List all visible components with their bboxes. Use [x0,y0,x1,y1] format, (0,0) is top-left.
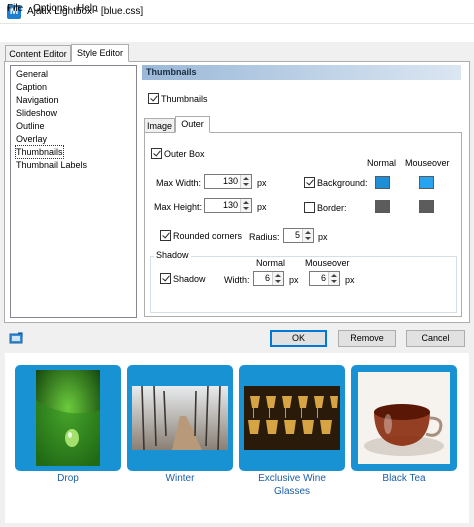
rounded-corners-checkbox[interactable] [160,230,171,241]
background-label: Background: [317,178,368,188]
menu-file[interactable]: File [7,2,23,16]
max-height-spinner[interactable]: 130 [204,198,252,213]
gallery-caption-drop: Drop [57,473,79,484]
list-item-thumbnail-labels[interactable]: Thumbnail Labels [16,159,87,171]
spinner-arrows-icon[interactable] [302,229,313,242]
wine-glasses-image [244,386,340,450]
gallery-thumb-drop[interactable] [15,365,121,471]
outer-box-checkbox[interactable] [151,148,162,159]
max-width-value: 130 [222,176,238,186]
radius-spinner[interactable]: 5 [283,228,314,243]
background-normal-swatch[interactable] [375,176,390,189]
radius-unit: px [318,232,328,242]
border-label: Border: [317,203,347,213]
max-width-unit: px [257,178,267,188]
shadow-mouseover-unit: px [345,275,355,285]
rounded-corners-label: Rounded corners [173,231,243,241]
menu-bar [0,24,474,42]
border-checkbox[interactable] [304,202,315,213]
spinner-arrows-icon[interactable] [328,272,339,285]
background-checkbox[interactable] [304,177,315,188]
water-drop-leaf-image [36,370,100,466]
menu-help[interactable]: Help [77,2,98,16]
shadow-group-label: Shadow [154,250,191,260]
radius-value: 5 [294,230,300,240]
winter-forest-road-image [132,386,228,450]
normal-column-header: Normal [367,158,397,168]
border-normal-swatch[interactable] [375,200,390,213]
preview-refresh-icon[interactable] [9,332,24,345]
list-item-caption[interactable]: Caption [16,81,47,93]
shadow-mouseover-header: Mouseover [305,258,350,268]
shadow-checkbox[interactable] [160,273,171,284]
max-width-spinner[interactable]: 130 [204,174,252,189]
spinner-arrows-icon[interactable] [272,272,283,285]
gallery-caption-winter: Winter [165,473,195,484]
gallery-caption-wine-glasses: Exclusive Wine Glasses [258,473,326,497]
border-mouseover-swatch[interactable] [419,200,434,213]
black-tea-cup-image [358,372,450,464]
list-item-slideshow[interactable]: Slideshow [16,107,57,119]
list-item-thumbnails[interactable]: Thumbnails [15,145,64,159]
gallery-caption-black-tea: Black Tea [382,473,426,484]
gallery-thumb-wine-glasses[interactable] [239,365,345,471]
list-item-navigation[interactable]: Navigation [16,94,59,106]
tab-style-editor[interactable]: Style Editor [71,44,129,62]
shadow-mouseover-value: 6 [320,273,326,283]
ok-button[interactable]: OK [270,330,327,347]
shadow-normal-value: 6 [264,273,270,283]
remove-button[interactable]: Remove [338,330,396,347]
gallery-thumb-black-tea[interactable] [351,365,457,471]
mouseover-column-header: Mouseover [405,158,450,168]
section-header: Thumbnails [142,65,461,80]
list-item-outline[interactable]: Outline [16,120,45,132]
thumbnails-checkbox-label: Thumbnails [161,94,208,104]
style-category-list[interactable]: General Caption Navigation Slideshow Out… [10,65,137,318]
tab-content-editor[interactable]: Content Editor [5,45,71,62]
shadow-normal-spinner[interactable]: 6 [253,271,284,286]
shadow-width-label: Width: [224,275,250,285]
radius-label: Radius: [249,232,280,242]
menu-options[interactable]: Options [33,2,67,16]
cancel-button[interactable]: Cancel [406,330,465,347]
spinner-arrows-icon[interactable] [240,175,251,188]
max-width-label: Max Width: [156,178,202,188]
background-mouseover-swatch[interactable] [419,176,434,189]
spinner-arrows-icon[interactable] [240,199,251,212]
tab-outer[interactable]: Outer [175,116,210,133]
shadow-label: Shadow [173,274,206,284]
tab-image[interactable]: Image [144,118,175,133]
shadow-mouseover-spinner[interactable]: 6 [309,271,340,286]
max-height-value: 130 [222,200,238,210]
max-height-label: Max Height: [154,202,203,212]
list-item-general[interactable]: General [16,68,48,80]
outer-box-label: Outer Box [164,149,205,159]
list-item-overlay[interactable]: Overlay [16,133,47,145]
shadow-normal-unit: px [289,275,299,285]
gallery-thumb-winter[interactable] [127,365,233,471]
max-height-unit: px [257,202,267,212]
thumbnails-checkbox[interactable] [148,93,159,104]
shadow-normal-header: Normal [256,258,286,268]
